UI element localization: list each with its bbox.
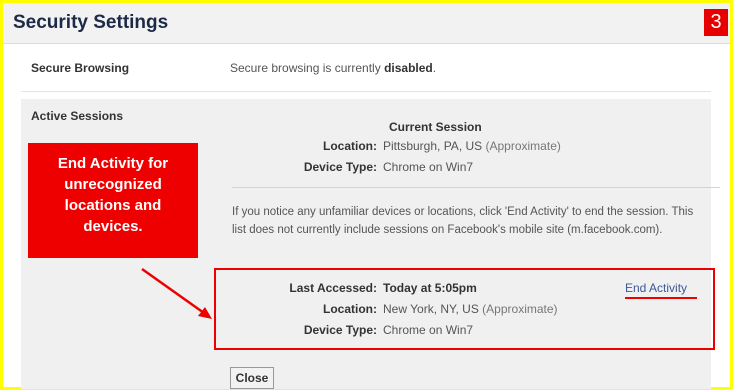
step-number-badge: 3	[704, 9, 728, 36]
secure-browsing-row: Secure Browsing Secure browsing is curre…	[21, 61, 711, 92]
current-session-heading: Current Session	[389, 120, 482, 134]
secure-browsing-text: Secure browsing is currently	[230, 61, 381, 75]
end-activity-link[interactable]: End Activity	[625, 281, 687, 295]
secure-browsing-label: Secure Browsing	[31, 61, 130, 75]
current-location-value: Pittsburgh, PA, US	[383, 139, 483, 153]
callout-line-4: devices.	[83, 218, 143, 235]
secure-browsing-period: .	[432, 61, 437, 75]
current-device-label: Device Type:	[303, 160, 377, 174]
current-device-value: Chrome on Win7	[383, 160, 474, 174]
annotation-callout: End Activity for unrecognized locations …	[28, 143, 198, 258]
end-activity-underline	[625, 297, 697, 299]
current-location-row: Location: Pittsburgh, PA, US (Approximate…	[232, 139, 561, 153]
callout-line-1: End Activity for	[57, 155, 169, 172]
callout-line-2: unrecognized	[64, 176, 162, 193]
current-location-approx: (Approximate)	[485, 139, 561, 153]
current-device-row: Device Type: Chrome on Win7	[232, 160, 473, 174]
session-divider	[232, 187, 720, 188]
dialog-title: Security Settings	[13, 12, 169, 33]
current-location-label: Location:	[323, 139, 377, 153]
callout-line-3: locations and	[64, 197, 162, 214]
dialog-frame: Security Settings 3 Secure Browsing Secu…	[0, 0, 733, 390]
dialog-titlebar: Security Settings 3	[3, 3, 730, 44]
secure-browsing-state: disabled	[384, 61, 433, 75]
annotation-arrow-icon	[141, 267, 212, 319]
secure-browsing-status: Secure browsing is currently disabled.	[230, 61, 436, 75]
active-sessions-label: Active Sessions	[31, 109, 124, 123]
close-button[interactable]: Close	[230, 367, 274, 389]
sessions-notice: If you notice any unfamiliar devices or …	[232, 206, 694, 236]
